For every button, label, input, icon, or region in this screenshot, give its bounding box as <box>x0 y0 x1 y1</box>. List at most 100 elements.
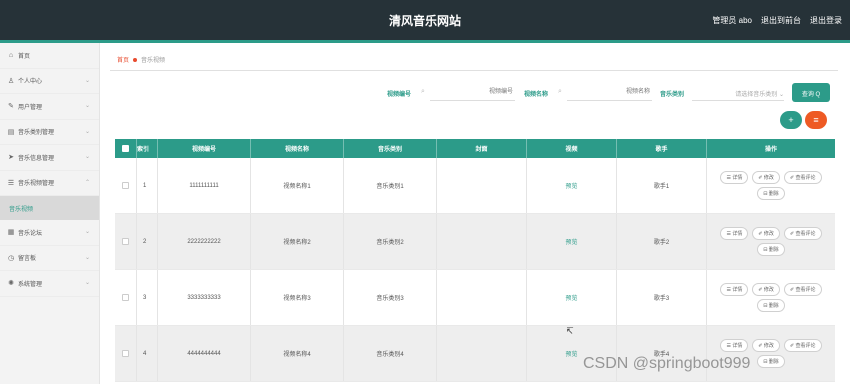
cell-index: 3 <box>137 270 158 325</box>
cell-actions: ☰ 详情 ✐ 修改 ✐ 查看评论 ⊟ 删除 <box>707 158 835 213</box>
cell-index: 2 <box>137 214 158 269</box>
cell-index: 4 <box>137 326 158 381</box>
chevron-down-icon: ⌄ <box>84 254 90 261</box>
edit-button[interactable]: ✐ 修改 <box>752 283 780 296</box>
category-label: 音乐类别 <box>660 92 685 98</box>
header-cover: 封面 <box>437 139 527 158</box>
header-singer: 歌手 <box>617 139 707 158</box>
send-icon: ➤ <box>8 154 14 162</box>
sidebar-item[interactable]: ♙ 个人中心 ⌄ <box>0 69 99 94</box>
row-checkbox[interactable] <box>122 350 129 357</box>
cell-name: 视频名称3 <box>251 270 344 325</box>
logout-link[interactable]: 退出登录 <box>810 15 842 26</box>
cell-cover <box>437 158 527 213</box>
sidebar-item[interactable]: ✺ 系统管理 ⌄ <box>0 271 99 297</box>
sidebar-item[interactable]: ➤ 音乐信息管理 ⌄ <box>0 145 99 171</box>
cell-singer: 歌手3 <box>617 270 707 325</box>
mouse-cursor-icon: ↸ <box>566 326 574 336</box>
table-row: 4 4444444444 视频名称4 音乐类别4 预览 歌手4 ☰ 详情 ✐ 修改 ✐ 查看评论… <box>115 326 835 382</box>
cell-cover <box>437 326 527 381</box>
chevron-down-icon: ⌄ <box>84 229 90 235</box>
top-bar: 清风音乐网站 管理员 abo 退出到前台 退出登录 <box>0 0 850 40</box>
row-checkbox[interactable] <box>122 182 129 189</box>
sidebar-item[interactable]: ✎ 用户管理 ⌄ <box>0 94 99 120</box>
add-button[interactable]: + <box>780 111 802 129</box>
category-select-value: 请选择音乐类别 <box>735 92 778 98</box>
breadcrumb-dot-icon <box>133 57 138 62</box>
search-bar: 视频编号 ⌕ 视频名称 ⌕ 音乐类别 请选择音乐类别 ⌄ 查询 Q <box>100 83 850 103</box>
cell-actions: ☰ 详情 ✐ 修改 ✐ 查看评论 ⊟ 删除 <box>707 270 835 325</box>
view-comments-button[interactable]: ✐ 查看评论 <box>783 339 822 352</box>
code-label: 视频编号 <box>387 92 412 98</box>
cell-singer: 歌手2 <box>617 214 707 269</box>
delete-button[interactable]: ⊟ 删除 <box>757 187 785 200</box>
sidebar-subitem-music-video[interactable]: 音乐视频 <box>0 196 99 220</box>
pen-icon: ✎ <box>8 103 14 111</box>
sidebar-item[interactable]: ▦ 音乐论坛 ⌄ <box>0 220 99 246</box>
cell-singer: 歌手1 <box>617 158 707 213</box>
cell-code: 2222222222 <box>158 214 251 269</box>
table-row: 1 1111111111 视频名称1 音乐类别1 预览 歌手1 ☰ 详情 ✐ 修改 ✐ 查看评论… <box>115 158 835 214</box>
video-table: 索引 视频编号 视频名称 音乐类别 封面 视频 歌手 操作 1 111111111… <box>115 139 835 382</box>
view-comments-button[interactable]: ✐ 查看评论 <box>783 171 822 184</box>
header-category: 音乐类别 <box>344 139 437 158</box>
detail-button[interactable]: ☰ 详情 <box>720 227 749 240</box>
row-checkbox[interactable] <box>122 294 129 301</box>
detail-button[interactable]: ☰ 详情 <box>720 283 749 296</box>
row-checkbox[interactable] <box>122 238 129 245</box>
cell-category: 音乐类别2 <box>344 214 437 269</box>
sidebar-item[interactable]: ◷ 留言板 ⌄ <box>0 246 99 271</box>
row-select-cell <box>115 326 137 381</box>
row-actions: ☰ 详情 ✐ 修改 ✐ 查看评论 ⊟ 删除 <box>711 227 831 256</box>
delete-button[interactable]: ⊟ 删除 <box>757 243 785 256</box>
view-comments-button[interactable]: ✐ 查看评论 <box>783 283 822 296</box>
video-preview-link[interactable]: 预览 <box>565 237 577 246</box>
category-select[interactable]: 请选择音乐类别 ⌄ <box>692 84 784 101</box>
name-search-input[interactable] <box>567 84 652 101</box>
video-preview-link[interactable]: 预览 <box>565 181 577 190</box>
chevron-down-icon: ⌄ <box>84 103 90 109</box>
chevron-down-icon: ⌄ <box>84 154 90 160</box>
header-video: 视频 <box>527 139 617 158</box>
cell-video: 预览 <box>527 214 617 269</box>
sidebar-item[interactable]: ☰ 音乐视频管理 ⌃ <box>0 171 99 196</box>
sidebar-item[interactable]: ⌂ 首页 <box>0 43 99 69</box>
select-all-checkbox[interactable] <box>122 145 129 152</box>
query-button[interactable]: 查询 Q <box>792 83 830 102</box>
cell-video: 预览 <box>527 270 617 325</box>
cell-index: 1 <box>137 158 158 213</box>
grid-icon: ▤ <box>7 128 15 136</box>
row-select-cell <box>115 214 137 269</box>
code-search-input[interactable] <box>430 84 515 101</box>
sidebar-item-label: 用户管理 <box>18 104 43 111</box>
sidebar-item-label: 系统管理 <box>18 281 43 288</box>
edit-button[interactable]: ✐ 修改 <box>752 339 780 352</box>
search-icon: ⌕ <box>421 88 425 95</box>
detail-button[interactable]: ☰ 详情 <box>720 339 749 352</box>
forum-icon: ▦ <box>7 229 15 237</box>
cell-code: 1111111111 <box>158 158 251 213</box>
sidebar-item-label: 音乐类别管理 <box>18 130 55 137</box>
back-to-console-link[interactable]: 退出到前台 <box>761 15 801 26</box>
clock-icon: ◷ <box>7 254 15 262</box>
breadcrumb-home[interactable]: 首页 <box>117 55 129 64</box>
sidebar-item[interactable]: ▤ 音乐类别管理 ⌄ <box>0 120 99 145</box>
row-select-cell <box>115 270 137 325</box>
row-actions: ☰ 详情 ✐ 修改 ✐ 查看评论 ⊟ 删除 <box>711 171 831 200</box>
cell-name: 视频名称2 <box>251 214 344 269</box>
video-preview-link[interactable]: 预览 <box>565 349 577 358</box>
name-label: 视频名称 <box>524 92 549 98</box>
header-index: 索引 <box>137 139 158 158</box>
table-row: 2 2222222222 视频名称2 音乐类别2 预览 歌手2 ☰ 详情 ✐ 修改 ✐ 查看评论… <box>115 214 835 270</box>
batch-delete-button[interactable]: ≡ <box>805 111 827 129</box>
detail-button[interactable]: ☰ 详情 <box>720 171 749 184</box>
edit-button[interactable]: ✐ 修改 <box>752 227 780 240</box>
cell-actions: ☰ 详情 ✐ 修改 ✐ 查看评论 ⊟ 删除 <box>707 214 835 269</box>
video-preview-link[interactable]: 预览 <box>565 293 577 302</box>
edit-button[interactable]: ✐ 修改 <box>752 171 780 184</box>
table-header: 索引 视频编号 视频名称 音乐类别 封面 视频 歌手 操作 <box>115 139 835 158</box>
view-comments-button[interactable]: ✐ 查看评论 <box>783 227 822 240</box>
delete-button[interactable]: ⊟ 删除 <box>757 299 785 312</box>
delete-button[interactable]: ⊟ 删除 <box>757 355 785 368</box>
cell-cover <box>437 270 527 325</box>
